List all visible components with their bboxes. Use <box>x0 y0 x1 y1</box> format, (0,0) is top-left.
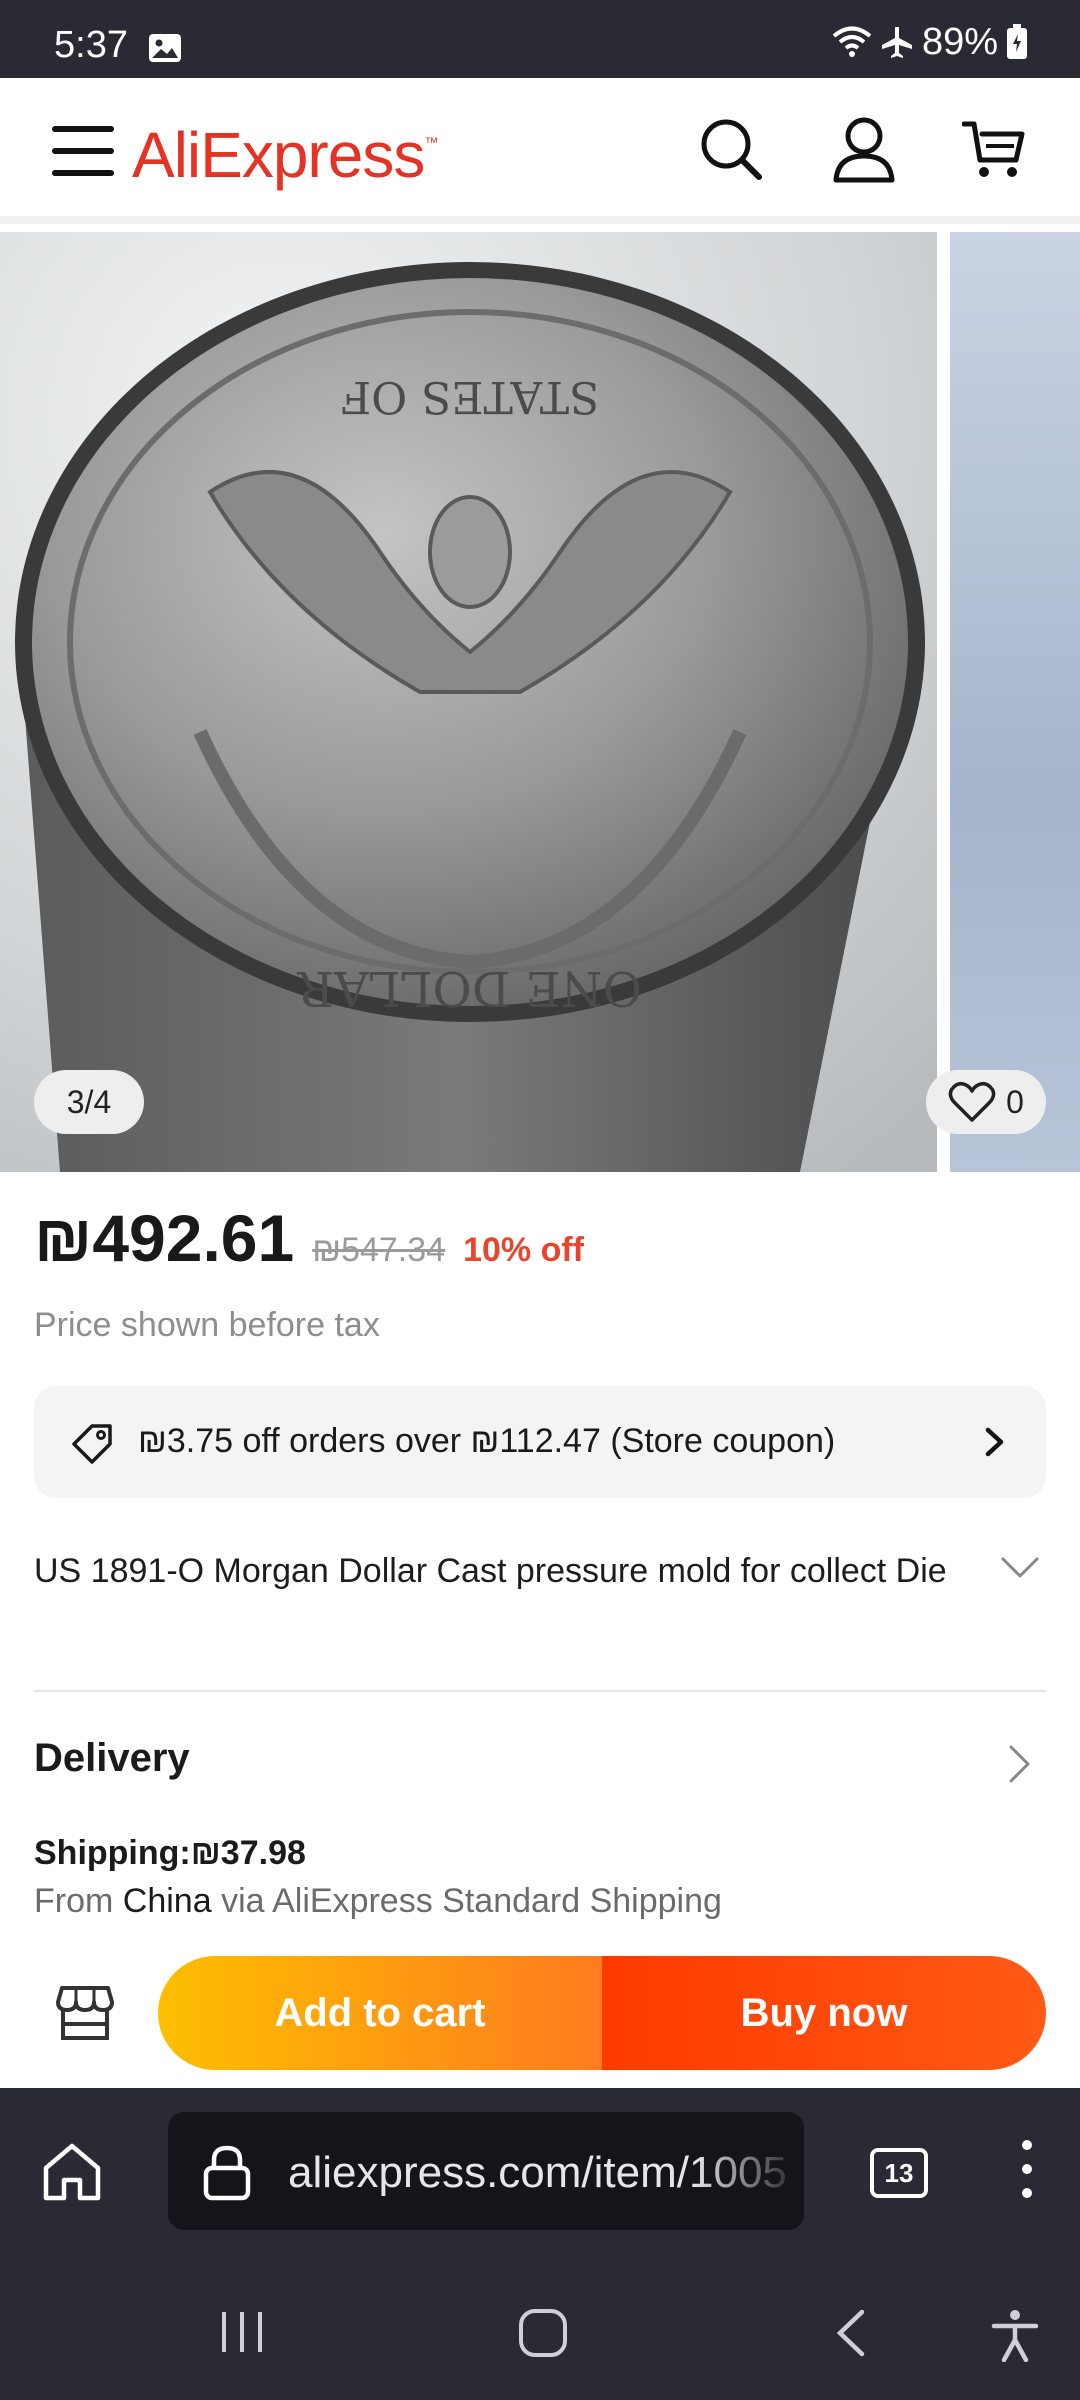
battery-icon <box>1007 24 1027 59</box>
add-to-cart-button[interactable]: Add to cart <box>158 1956 602 2070</box>
shipping-cost: Shipping:₪37.98 <box>34 1834 306 1872</box>
shipping-origin: From China via AliExpress Standard Shipp… <box>34 1882 722 1920</box>
delivery-heading[interactable]: Delivery <box>34 1736 190 1781</box>
next-product-photo[interactable] <box>950 232 1080 1172</box>
store-icon[interactable] <box>56 1984 114 2042</box>
airplane-mode-icon <box>881 27 912 58</box>
product-photo[interactable]: STATES OF ONE DOLLAR <box>0 232 937 1172</box>
current-price: ₪492.61 <box>34 1201 295 1275</box>
divider <box>34 1690 1046 1692</box>
wishlist-button[interactable]: 0 <box>926 1070 1046 1134</box>
chevron-right-icon[interactable] <box>1008 1744 1032 1784</box>
aliexpress-logo[interactable]: AliExpress™ <box>132 118 438 192</box>
chevron-down-icon[interactable] <box>1000 1556 1040 1580</box>
tax-note: Price shown before tax <box>34 1306 380 1344</box>
svg-text:ONE DOLLAR: ONE DOLLAR <box>296 960 642 1016</box>
price-row: ₪492.61 ₪547.34 10% off <box>34 1200 584 1276</box>
buy-now-button[interactable]: Buy now <box>602 1956 1046 2070</box>
battery-percent: 89% <box>921 20 998 63</box>
chevron-right-icon <box>985 1427 1004 1457</box>
discount-badge: 10% off <box>463 1231 584 1269</box>
home-button-icon[interactable] <box>518 2308 568 2358</box>
site-header: AliExpress™ <box>0 78 1080 224</box>
original-price: ₪547.34 <box>312 1231 446 1269</box>
coupon-text: ₪3.75 off orders over ₪112.47 (Store cou… <box>138 1422 836 1460</box>
menu-icon[interactable] <box>52 126 114 178</box>
tab-count-button[interactable]: 13 <box>870 2148 928 2198</box>
wishlist-count: 0 <box>1006 1083 1024 1120</box>
status-time: 5:37 <box>54 24 128 66</box>
product-title: US 1891-O Morgan Dollar Cast pressure mo… <box>34 1552 947 1590</box>
status-right: 89% <box>832 20 1028 63</box>
lock-icon <box>203 2145 251 2201</box>
svg-text:STATES OF: STATES OF <box>341 371 600 422</box>
purchase-action-bar: Add to cart Buy now <box>0 1940 1080 2088</box>
gallery-notification-icon <box>149 34 181 62</box>
search-icon[interactable] <box>698 116 764 182</box>
store-coupon-banner[interactable]: ₪3.75 off orders over ₪112.47 (Store cou… <box>34 1386 1046 1498</box>
accessibility-icon[interactable] <box>990 2308 1040 2362</box>
home-icon[interactable] <box>40 2140 104 2202</box>
product-gallery[interactable]: STATES OF ONE DOLLAR 3/4 0 <box>0 232 1080 1172</box>
browser-toolbar: aliexpress.com/item/1005 13 <box>0 2088 1080 2258</box>
cart-icon[interactable] <box>962 116 1026 182</box>
back-icon[interactable] <box>830 2308 870 2358</box>
address-bar[interactable]: aliexpress.com/item/1005 <box>168 2112 804 2230</box>
wifi-icon <box>832 26 872 57</box>
status-bar: 5:37 89% <box>0 0 1080 78</box>
coupon-tag-icon <box>72 1424 112 1464</box>
recent-apps-icon[interactable] <box>218 2308 266 2356</box>
image-counter: 3/4 <box>34 1070 144 1134</box>
account-icon[interactable] <box>832 116 896 184</box>
system-navigation-bar <box>0 2258 1080 2400</box>
heart-icon <box>948 1081 996 1122</box>
more-options-icon[interactable] <box>1022 2140 1032 2212</box>
